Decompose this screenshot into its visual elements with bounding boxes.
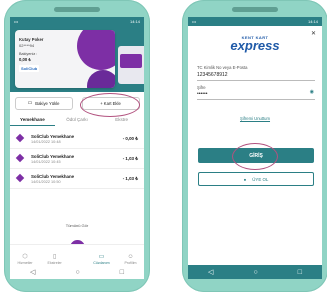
nav-hizmetler[interactable]: ⬡ Hizmetler xyxy=(17,253,32,265)
soliclub-icon xyxy=(16,174,25,183)
balance-value: 0,00 ₺ xyxy=(19,57,31,62)
card-holder-name: Kutay Poker xyxy=(19,37,44,42)
statements-icon: ▯ xyxy=(52,254,57,260)
card-decoration xyxy=(120,54,142,68)
brand-name: express xyxy=(230,38,280,53)
transaction-date: 14/01/2022 10:45 xyxy=(31,159,61,164)
login-screen: ••• 14:14 ✕ KENT KART express TC Kimlik … xyxy=(188,17,322,279)
recents-icon[interactable]: □ xyxy=(298,269,302,276)
password-label: Şifre xyxy=(197,85,206,90)
transaction-title: SoliClub Yemekhane xyxy=(31,173,75,179)
id-underline xyxy=(197,80,315,81)
id-input[interactable]: 12345678912 xyxy=(197,72,228,78)
home-icon[interactable]: ○ xyxy=(75,269,79,276)
tab-bar: Yemekhane Ödül Çarkı Ekstre xyxy=(10,115,144,126)
register-label: ÜYE OL xyxy=(252,176,269,182)
bottom-navigation: ⬡ Hizmetler ▯ Ekstreler ▭ Cüzdanım ☺ Profili… xyxy=(10,244,144,265)
eye-icon[interactable]: ◉ xyxy=(310,89,314,95)
transaction-date: 14/01/2022 10:50 xyxy=(31,179,61,184)
wallet-icon: ▭ xyxy=(98,254,105,260)
card-number: 02****94 xyxy=(19,43,35,48)
tab-ekstre[interactable]: Ekstre xyxy=(99,115,144,126)
nav-ekstreler[interactable]: ▯ Ekstreler xyxy=(48,253,62,265)
services-icon: ⬡ xyxy=(22,254,28,260)
recents-icon[interactable]: □ xyxy=(120,269,124,276)
status-time: 14:14 xyxy=(129,19,140,24)
card-decoration xyxy=(77,30,115,70)
phone-notch xyxy=(54,7,100,12)
tab-odul-carki[interactable]: Ödül Çarkı xyxy=(55,115,100,126)
password-input[interactable]: •••••• xyxy=(197,91,208,97)
carrier-text: ••• xyxy=(14,19,19,24)
load-balance-label: Bakiye Yükle xyxy=(35,100,60,106)
status-time: 14:14 xyxy=(307,19,318,24)
person-icon: ● xyxy=(243,176,247,182)
soliclub-icon xyxy=(16,154,25,163)
card-carousel: Kutay Poker 02****94 Bakiyeniz : 0,00 ₺ … xyxy=(10,26,144,92)
home-icon[interactable]: ○ xyxy=(253,269,257,276)
transaction-amount: - 0,00 ₺ xyxy=(122,135,138,141)
balance-label: Bakiyeniz : xyxy=(19,52,38,56)
transaction-amount: - 1,03 ₺ xyxy=(122,175,138,181)
nav-cuzdanim[interactable]: ▭ Cüzdanım xyxy=(93,253,109,265)
password-underline xyxy=(197,99,315,100)
see-all-link[interactable]: Tümünü Gör xyxy=(10,223,144,228)
wallet-card[interactable]: Kutay Poker 02****94 Bakiyeniz : 0,00 ₺ … xyxy=(15,30,115,88)
brand-logo: KENT KART express xyxy=(188,35,322,52)
id-label: TC Kimlik No veya E-Posta xyxy=(197,65,248,70)
left-phone-frame: ••• 14:14 Kutay Poker 02****94 Bakiyeniz… xyxy=(4,0,150,292)
soliclub-icon xyxy=(16,134,25,143)
transaction-amount: - 1,03 ₺ xyxy=(122,155,138,161)
android-nav-bar: ◁ ○ □ xyxy=(10,265,144,279)
transaction-title: SoliClub Yemekhane xyxy=(31,153,75,159)
android-nav-bar: ◁ ○ □ xyxy=(188,265,322,279)
list-item[interactable]: SoliClub Yemekhane 14/01/2022 10:48 - 0,… xyxy=(10,129,144,149)
carrier-text: ••• xyxy=(192,19,197,24)
register-button[interactable]: ● ÜYE OL xyxy=(198,172,314,186)
transaction-title: SoliClub Yemekhane xyxy=(31,133,75,139)
tab-yemekhane[interactable]: Yemekhane xyxy=(10,115,55,126)
phone-notch xyxy=(232,7,278,12)
highlight-circle xyxy=(80,93,140,117)
forgot-password-link[interactable]: Şifremi Unuttum xyxy=(188,116,322,121)
list-item[interactable]: SoliClub Yemekhane 14/01/2022 10:45 - 1,… xyxy=(10,149,144,169)
list-item[interactable]: SoliClub Yemekhane 14/01/2022 10:50 - 1,… xyxy=(10,169,144,189)
nav-profilim[interactable]: ☺ Profilim xyxy=(125,254,137,265)
profile-icon: ☺ xyxy=(127,254,134,260)
wallet-icon: ▭ xyxy=(27,100,33,106)
load-balance-button[interactable]: ▭ Bakiye Yükle xyxy=(14,96,73,110)
status-bar: ••• 14:14 xyxy=(188,17,322,26)
next-card-preview[interactable] xyxy=(118,46,144,84)
highlight-circle xyxy=(232,143,278,170)
status-bar: ••• 14:14 xyxy=(10,17,144,26)
soliclub-logo: SoliClub xyxy=(19,65,40,72)
wallet-screen: ••• 14:14 Kutay Poker 02****94 Bakiyeniz… xyxy=(10,17,144,279)
card-decoration xyxy=(87,70,115,88)
right-phone-frame: ••• 14:14 ✕ KENT KART express TC Kimlik … xyxy=(182,0,327,292)
back-icon[interactable]: ◁ xyxy=(30,268,35,276)
back-icon[interactable]: ◁ xyxy=(208,268,213,276)
transaction-list: SoliClub Yemekhane 14/01/2022 10:48 - 0,… xyxy=(10,129,144,189)
transaction-date: 14/01/2022 10:48 xyxy=(31,139,61,144)
